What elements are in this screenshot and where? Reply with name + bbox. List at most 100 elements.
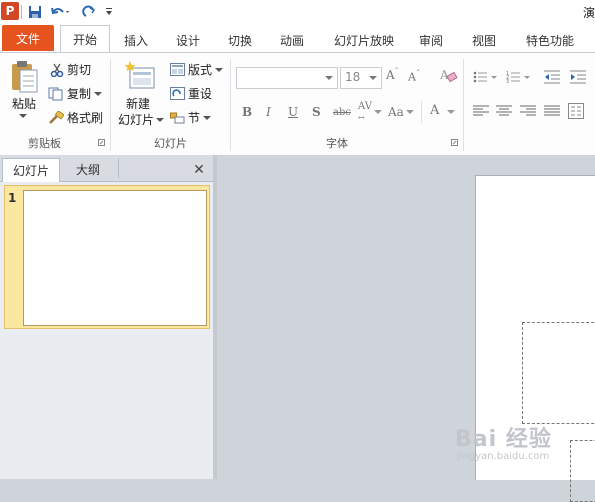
slides-pane: 幻灯片 大纲 ✕ 1 (0, 155, 214, 479)
columns-icon[interactable] (568, 103, 584, 119)
group-separator (463, 59, 464, 151)
section-icon (170, 112, 185, 124)
slide-number: 1 (8, 191, 17, 205)
section-label: 节 (188, 111, 201, 125)
format-painter-label: 格式刷 (67, 111, 104, 125)
copy-button[interactable]: 复制 (48, 85, 103, 102)
title-placeholder[interactable] (522, 322, 595, 424)
tab-animations[interactable]: 动画 (274, 29, 310, 51)
new-slide-dropdown[interactable]: 幻灯片 (118, 111, 165, 128)
tab-view[interactable]: 视图 (466, 29, 502, 51)
chevron-down-icon[interactable] (447, 109, 455, 115)
tab-outline[interactable]: 大纲 (60, 158, 116, 181)
copy-icon (48, 87, 63, 100)
undo-icon[interactable] (48, 3, 74, 21)
paste-button[interactable]: 粘贴 (10, 95, 38, 112)
font-launcher-icon[interactable] (451, 139, 458, 146)
paste-dropdown-arrow[interactable] (19, 113, 27, 119)
watermark-url: jingyan.baidu.com (457, 451, 550, 462)
group-separator (110, 59, 111, 151)
italic-icon[interactable]: I (266, 105, 271, 119)
font-group-label: 字体 (326, 137, 348, 150)
scissors-icon (50, 63, 64, 77)
underline-icon[interactable]: U (288, 105, 298, 119)
strikethrough-icon[interactable]: abc (333, 107, 351, 118)
redo-icon[interactable] (80, 3, 98, 21)
close-pane-icon[interactable]: ✕ (190, 158, 208, 181)
clipboard-launcher-icon[interactable] (98, 139, 105, 146)
decrease-indent-icon[interactable] (544, 70, 560, 84)
customize-toolbar-icon[interactable] (104, 3, 114, 21)
svg-text:A: A (440, 68, 449, 82)
chevron-down-icon (203, 115, 212, 120)
chevron-down-icon (215, 67, 224, 72)
ribbon: 粘贴 剪切 复制 格式刷 剪贴板 新建 幻灯片 版式 重设 节 幻灯片 18 A… (0, 52, 595, 156)
format-painter-icon (49, 110, 64, 124)
copy-label: 复制 (67, 87, 92, 101)
justify-icon[interactable] (544, 105, 560, 117)
grow-font-icon[interactable]: Aˆ (386, 67, 399, 82)
tab-transitions[interactable]: 切换 (222, 29, 258, 51)
reset-icon (170, 87, 185, 100)
chevron-down-icon[interactable] (374, 109, 382, 115)
character-spacing-icon[interactable]: AV ↔ (358, 101, 372, 123)
slide-thumbnail-selected[interactable]: 1 (4, 185, 210, 329)
chevron-down-icon[interactable] (406, 109, 414, 115)
tab-home[interactable]: 开始 (60, 25, 110, 52)
clear-formatting-icon[interactable]: A (440, 67, 458, 83)
layout-button[interactable]: 版式 (170, 61, 224, 78)
baidu-watermark: Bai 经验 (455, 427, 552, 452)
align-center-icon[interactable] (496, 105, 512, 117)
shrink-font-icon[interactable]: Aˇ (408, 69, 420, 84)
ribbon-tabs: 文件 开始 插入 设计 切换 动画 幻灯片放映 审阅 视图 特色功能 (0, 24, 595, 52)
layout-label: 版式 (188, 63, 213, 77)
chevron-down-icon (156, 117, 165, 122)
font-color-icon[interactable]: A (430, 103, 439, 118)
new-slide-label-2: 幻灯片 (118, 113, 155, 127)
section-button[interactable]: 节 (170, 109, 212, 126)
reset-label: 重设 (188, 87, 213, 101)
font-name-dropdown[interactable] (236, 67, 338, 89)
cut-button[interactable]: 剪切 (50, 61, 91, 78)
chevron-down-icon (369, 76, 377, 80)
cut-label: 剪切 (67, 63, 92, 77)
separator (20, 3, 22, 21)
slides-group-label: 幻灯片 (154, 137, 187, 150)
new-slide-icon[interactable] (124, 59, 156, 93)
change-case-icon[interactable]: Aa (388, 105, 404, 119)
slide-thumbnail[interactable] (23, 190, 207, 326)
font-size-dropdown[interactable]: 18 (340, 67, 382, 89)
save-icon[interactable] (26, 3, 44, 21)
layout-icon (170, 63, 185, 76)
increase-indent-icon[interactable] (570, 70, 586, 84)
subtitle-placeholder[interactable] (570, 440, 595, 502)
format-painter-button[interactable]: 格式刷 (48, 109, 103, 126)
slide-editing-area: Bai 经验 jingyan.baidu.com (217, 155, 595, 502)
separator (421, 101, 422, 123)
text-shadow-icon[interactable]: S (312, 105, 321, 119)
document-title: 演 (582, 6, 595, 20)
numbering-icon[interactable]: 123 (506, 70, 532, 84)
separator (118, 158, 119, 178)
bold-icon[interactable]: B (242, 105, 252, 119)
tab-slides[interactable]: 幻灯片 (2, 158, 60, 182)
paste-icon[interactable] (8, 57, 40, 97)
powerpoint-logo-icon: P (1, 2, 19, 20)
bullets-icon[interactable] (473, 70, 499, 84)
tab-special-features[interactable]: 特色功能 (518, 29, 582, 51)
quick-access-toolbar: P 演 (0, 0, 595, 24)
tab-design[interactable]: 设计 (170, 29, 206, 51)
copy-dropdown-arrow[interactable] (94, 91, 103, 97)
tab-slideshow[interactable]: 幻灯片放映 (326, 29, 402, 51)
align-left-icon[interactable] (473, 105, 489, 117)
clipboard-group-label: 剪贴板 (28, 137, 61, 150)
new-slide-label[interactable]: 新建 (126, 95, 150, 112)
tab-review[interactable]: 审阅 (413, 29, 449, 51)
pane-tabs: 幻灯片 大纲 ✕ (0, 155, 213, 182)
tab-file[interactable]: 文件 (2, 25, 54, 51)
reset-button[interactable]: 重设 (170, 85, 212, 102)
tab-insert[interactable]: 插入 (118, 29, 154, 51)
svg-text:3: 3 (506, 79, 509, 84)
chevron-down-icon (325, 76, 333, 80)
align-right-icon[interactable] (520, 105, 536, 117)
